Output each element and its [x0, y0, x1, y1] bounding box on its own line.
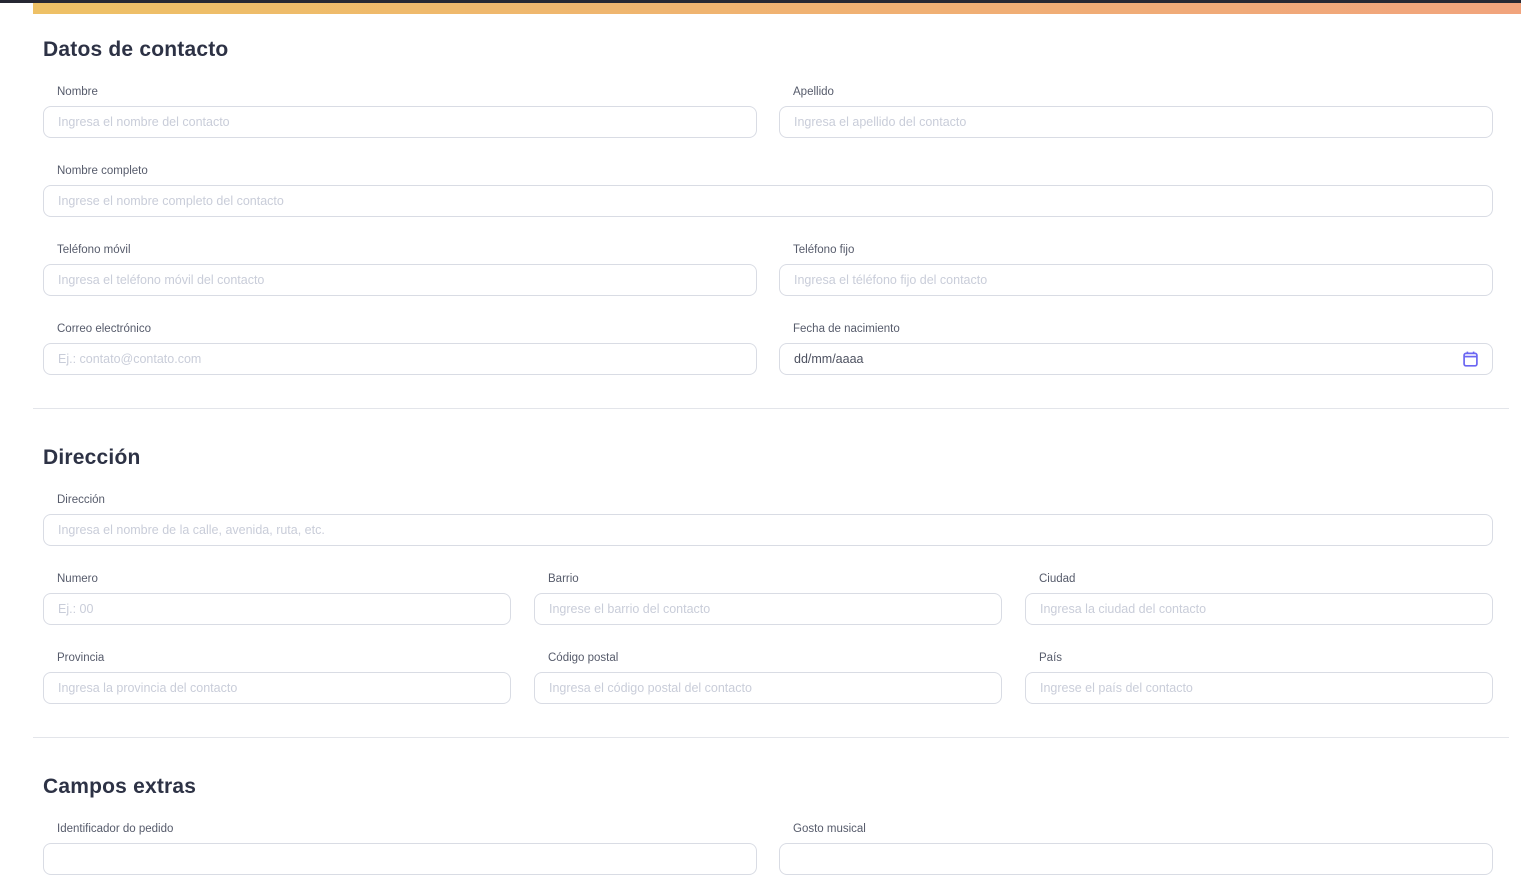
provincia-label: Provincia — [57, 652, 105, 664]
field-pais: País — [1025, 651, 1493, 704]
row-province-zip-country: Provincia Código postal País — [43, 651, 1493, 704]
field-gosto-musical: Gosto musical — [779, 822, 1493, 875]
barrio-label: Barrio — [548, 573, 579, 585]
section-extra-fields: Campos extras Identificador do pedido Go… — [43, 775, 1493, 875]
field-correo: Correo electrónico — [43, 322, 757, 375]
calendar-icon[interactable] — [1463, 351, 1478, 367]
correo-input[interactable] — [43, 343, 757, 375]
row-email-birthdate: Correo electrónico Fecha de nacimiento d… — [43, 322, 1493, 375]
field-telefono-movil: Teléfono móvil — [43, 243, 757, 296]
field-nombre: Nombre — [43, 85, 757, 138]
telefono-movil-input[interactable] — [43, 264, 757, 296]
row-extras: Identificador do pedido Gosto musical — [43, 822, 1493, 875]
telefono-movil-label: Teléfono móvil — [57, 244, 131, 256]
nombre-label: Nombre — [57, 86, 98, 98]
section-title-extras: Campos extras — [43, 775, 197, 798]
apellido-label: Apellido — [793, 86, 834, 98]
apellido-input[interactable] — [779, 106, 1493, 138]
field-nombre-completo: Nombre completo — [43, 164, 1493, 217]
row-name: Nombre Apellido — [43, 85, 1493, 164]
correo-label: Correo electrónico — [57, 323, 151, 335]
row-phones: Teléfono móvil Teléfono fijo — [43, 243, 1493, 322]
codigo-postal-input[interactable] — [534, 672, 1002, 704]
direccion-label: Dirección — [57, 494, 105, 506]
fecha-nacimiento-label: Fecha de nacimiento — [793, 323, 900, 335]
telefono-fijo-label: Teléfono fijo — [793, 244, 855, 256]
field-provincia: Provincia — [43, 651, 511, 704]
provincia-input[interactable] — [43, 672, 511, 704]
fecha-nacimiento-input[interactable]: dd/mm/aaaa — [779, 343, 1493, 375]
top-gradient-bar — [33, 3, 1521, 14]
field-fecha-nacimiento: Fecha de nacimiento dd/mm/aaaa — [779, 322, 1493, 375]
pais-input[interactable] — [1025, 672, 1493, 704]
numero-label: Numero — [57, 573, 98, 585]
identificador-pedido-input[interactable] — [43, 843, 757, 875]
field-apellido: Apellido — [779, 85, 1493, 138]
field-direccion: Dirección — [43, 493, 1493, 546]
section-title-address: Dirección — [43, 446, 141, 469]
date-format-hint: dd/mm/aaaa — [794, 352, 864, 366]
field-identificador-pedido: Identificador do pedido — [43, 822, 757, 875]
contact-form: Datos de contacto Nombre Apellido Nombre… — [0, 38, 1521, 875]
direccion-input[interactable] — [43, 514, 1493, 546]
section-address: Dirección Dirección Numero Barrio Ciudad — [43, 446, 1493, 704]
barrio-input[interactable] — [534, 593, 1002, 625]
row-number-district-city: Numero Barrio Ciudad — [43, 572, 1493, 651]
gosto-musical-input[interactable] — [779, 843, 1493, 875]
section-contact-data: Datos de contacto Nombre Apellido Nombre… — [43, 38, 1493, 375]
gosto-musical-label: Gosto musical — [793, 823, 866, 835]
identificador-pedido-label: Identificador do pedido — [57, 823, 174, 835]
field-numero: Numero — [43, 572, 511, 625]
field-barrio: Barrio — [534, 572, 1002, 625]
field-telefono-fijo: Teléfono fijo — [779, 243, 1493, 296]
ciudad-label: Ciudad — [1039, 573, 1076, 585]
field-codigo-postal: Código postal — [534, 651, 1002, 704]
section-divider — [33, 737, 1509, 738]
telefono-fijo-input[interactable] — [779, 264, 1493, 296]
section-divider — [33, 408, 1509, 409]
ciudad-input[interactable] — [1025, 593, 1493, 625]
numero-input[interactable] — [43, 593, 511, 625]
codigo-postal-label: Código postal — [548, 652, 619, 664]
nombre-completo-label: Nombre completo — [57, 165, 148, 177]
section-title-contact: Datos de contacto — [43, 38, 229, 61]
row-fullname: Nombre completo — [43, 164, 1493, 243]
nombre-completo-input[interactable] — [43, 185, 1493, 217]
nombre-input[interactable] — [43, 106, 757, 138]
field-ciudad: Ciudad — [1025, 572, 1493, 625]
row-street: Dirección — [43, 493, 1493, 572]
pais-label: País — [1039, 652, 1063, 664]
